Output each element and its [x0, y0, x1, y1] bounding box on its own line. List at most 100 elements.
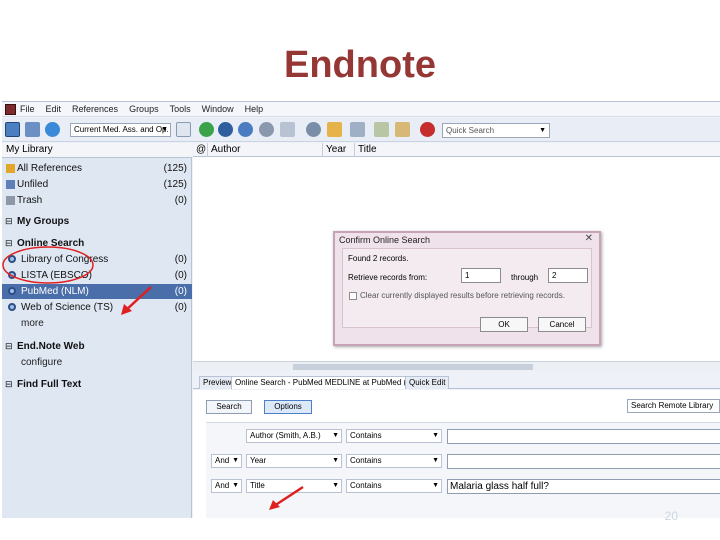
magnifier-icon [8, 271, 16, 279]
field-value: Year [250, 456, 267, 465]
column-title[interactable]: Title [354, 143, 720, 157]
output-style-value: Current Med. Ass. and Op. Ci. [74, 125, 171, 134]
my-groups-header[interactable]: ⊟ My Groups [2, 214, 192, 229]
online-source-label: Library of Congress [21, 254, 109, 265]
online-pubmed-nlm[interactable]: PubMed (NLM) (0) [2, 284, 192, 299]
search-button[interactable]: Search [206, 400, 252, 414]
online-more-link[interactable]: more [21, 316, 44, 331]
operator-select[interactable]: Contains ▼ [346, 454, 442, 468]
close-icon[interactable]: ✕ [585, 233, 593, 244]
collapse-icon[interactable]: ⊟ [5, 377, 13, 392]
column-author[interactable]: Author [207, 143, 322, 157]
field-select[interactable]: Author (Smith, A.B.) ▼ [246, 429, 342, 443]
endnote-web-header[interactable]: ⊟ End.Note Web [2, 339, 192, 354]
references-icon [6, 164, 15, 173]
operator-select[interactable]: Contains ▼ [346, 479, 442, 493]
unfiled-icon [6, 180, 15, 189]
attachment-column-icon[interactable]: @ [193, 143, 207, 157]
menu-file[interactable]: File [20, 104, 35, 114]
collapse-icon[interactable]: ⊟ [5, 236, 13, 251]
help-icon[interactable] [420, 122, 435, 137]
menu-tools[interactable]: Tools [170, 104, 191, 114]
menu-window[interactable]: Window [202, 104, 234, 114]
field-select[interactable]: Title ▼ [246, 479, 342, 493]
clear-results-label: Clear currently displayed results before… [360, 291, 565, 300]
options-button[interactable]: Options [264, 400, 312, 414]
new-reference-icon[interactable] [199, 122, 214, 137]
scrollbar-thumb[interactable] [293, 364, 533, 370]
online-library-of-congress[interactable]: Library of Congress (0) [2, 252, 192, 267]
open-link-icon[interactable] [306, 122, 321, 137]
search-term-input[interactable] [447, 429, 720, 444]
confirm-online-search-dialog: Confirm Online Search ✕ Found 2 records.… [333, 231, 601, 346]
integrated-library-icon[interactable] [25, 122, 40, 137]
my-groups-label: My Groups [17, 216, 70, 227]
ok-button[interactable]: OK [480, 317, 528, 332]
online-source-label: Web of Science (TS) [21, 302, 114, 313]
collapse-icon[interactable]: ⊟ [5, 214, 13, 229]
online-source-count: (0) [174, 286, 187, 297]
find-full-text-header[interactable]: ⊟ Find Full Text [2, 377, 192, 392]
format-paper-icon[interactable] [374, 122, 389, 137]
tab-online-search[interactable]: Online Search - PubMed MEDLINE at PubMed… [231, 376, 430, 389]
chevron-down-icon: ▼ [539, 127, 546, 134]
boolean-value: And [215, 456, 230, 465]
search-remote-library-select[interactable]: Search Remote Library [627, 399, 720, 413]
endnote-web-label: End.Note Web [17, 341, 85, 352]
online-search-panel: Search Options Search Remote Library Aut… [193, 390, 720, 518]
menu-groups[interactable]: Groups [129, 104, 159, 114]
horizontal-scrollbar[interactable] [193, 361, 720, 371]
edit-icon[interactable] [395, 122, 410, 137]
field-select[interactable]: Year ▼ [246, 454, 342, 468]
retrieve-label: Retrieve records from: [348, 273, 428, 282]
groups-pane: My Library All References (125) Unfiled … [2, 143, 192, 518]
online-search-header[interactable]: ⊟ Online Search [2, 236, 192, 251]
chevron-down-icon: ▼ [332, 457, 339, 464]
menu-edit[interactable]: Edit [46, 104, 62, 114]
menu-bar: File Edit References Groups Tools Window… [2, 102, 720, 117]
download-icon[interactable] [238, 122, 253, 137]
collapse-icon[interactable]: ⊟ [5, 339, 13, 354]
group-all-references[interactable]: All References (125) [2, 161, 192, 176]
online-source-count: (0) [174, 254, 187, 265]
group-count: (125) [163, 179, 187, 190]
folder-icon[interactable] [327, 122, 342, 137]
bottom-tabs: Preview Online Search - PubMed MEDLINE a… [193, 374, 720, 389]
quick-search-input[interactable]: Quick Search ▼ [442, 123, 550, 138]
clear-results-checkbox[interactable] [349, 292, 357, 300]
online-search-mode-icon[interactable] [45, 122, 60, 137]
toolbar: Current Med. Ass. and Op. Ci. ▼ Quick Se… [2, 118, 720, 142]
field-value: Title [250, 481, 265, 490]
menu-help[interactable]: Help [245, 104, 264, 114]
my-library-header[interactable]: My Library [2, 143, 192, 158]
configure-link[interactable]: configure [21, 355, 62, 370]
output-style-select[interactable]: Current Med. Ass. and Op. Ci. ▼ [70, 123, 171, 137]
insert-citation-icon[interactable] [176, 122, 191, 137]
retrieve-to-input[interactable]: 2 [548, 268, 588, 283]
search-term-input[interactable] [447, 454, 720, 469]
local-library-mode-icon[interactable] [5, 122, 20, 137]
upload-icon[interactable] [259, 122, 274, 137]
online-search-label: Online Search [17, 238, 85, 249]
copy-reference-icon[interactable] [280, 122, 295, 137]
tab-preview[interactable]: Preview [199, 376, 236, 389]
group-unfiled[interactable]: Unfiled (125) [2, 177, 192, 192]
retrieve-from-input[interactable]: 1 [461, 268, 501, 283]
menu-references[interactable]: References [72, 104, 118, 114]
online-lista-ebsco[interactable]: LISTA (EBSCO) (0) [2, 268, 192, 283]
boolean-select[interactable]: And ▼ [211, 454, 242, 468]
boolean-select[interactable]: And ▼ [211, 479, 242, 493]
online-web-of-science[interactable]: Web of Science (TS) (0) [2, 300, 192, 315]
operator-select[interactable]: Contains ▼ [346, 429, 442, 443]
operator-value: Contains [350, 456, 382, 465]
online-search-icon[interactable] [218, 122, 233, 137]
cancel-button[interactable]: Cancel [538, 317, 586, 332]
column-year[interactable]: Year [322, 143, 354, 157]
chevron-down-icon: ▼ [161, 126, 168, 133]
group-trash[interactable]: Trash (0) [2, 193, 192, 208]
online-source-label: PubMed (NLM) [21, 286, 89, 297]
chevron-down-icon: ▼ [232, 482, 239, 489]
tab-quick-edit[interactable]: Quick Edit [405, 376, 450, 389]
search-term-input[interactable]: Malaria glass half full? [447, 479, 720, 494]
attach-file-icon[interactable] [350, 122, 365, 137]
